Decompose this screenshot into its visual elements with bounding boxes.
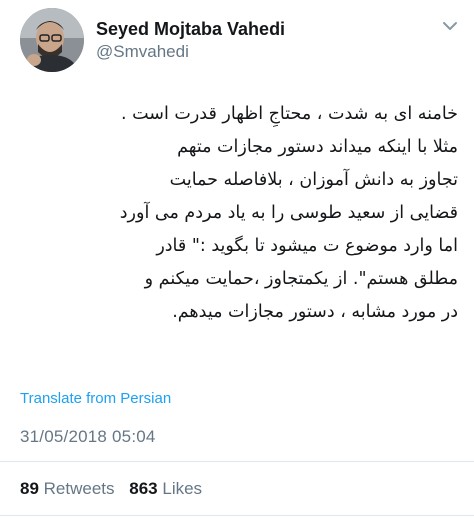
likes-label: Likes xyxy=(162,479,203,498)
avatar[interactable] xyxy=(20,8,84,72)
likes-count: 863 xyxy=(129,479,158,498)
retweets-label: Retweets xyxy=(43,479,115,498)
profile-photo-icon xyxy=(20,8,84,72)
author-names: Seyed Mojtaba Vahedi @Smvahedi xyxy=(96,18,285,63)
translate-link[interactable]: Translate from Persian xyxy=(20,390,171,407)
likes-stat[interactable]: 863 Likes xyxy=(129,479,202,498)
tweet-line: اما وارد موضوع ت میشود تا بگوید :" قادر xyxy=(156,236,458,256)
tweet-stats: 89 Retweets 863 Likes xyxy=(20,479,212,499)
retweets-stat[interactable]: 89 Retweets xyxy=(20,479,115,498)
tweet-line: مثلا با اینکه میداند دستور مجازات متهم xyxy=(177,137,458,157)
display-name[interactable]: Seyed Mojtaba Vahedi xyxy=(96,18,285,40)
tweet-line: مطلق هستم". از یکمتجاوز ،حمایت میکنم و xyxy=(144,269,458,289)
retweets-count: 89 xyxy=(20,479,39,498)
divider xyxy=(0,461,474,462)
tweet-text: خامنه ای به شدت ، محتاجِ اظهار قدرت است … xyxy=(18,98,458,329)
chevron-down-icon[interactable] xyxy=(440,16,460,36)
tweet-line: خامنه ای به شدت ، محتاجِ اظهار قدرت است … xyxy=(120,104,458,124)
tweet-line: در مورد مشابه ، دستور مجازات میدهم. xyxy=(172,302,458,322)
timestamp[interactable]: 31/05/2018 05:04 xyxy=(20,427,156,447)
divider xyxy=(0,515,474,516)
tweet-line: تجاوز به دانش آموزان ، بلافاصله حمایت xyxy=(169,170,458,190)
tweet-header: Seyed Mojtaba Vahedi @Smvahedi xyxy=(20,8,460,74)
handle[interactable]: @Smvahedi xyxy=(96,41,285,63)
tweet-line: قضایی از سعید طوسی را به یاد مردم می آور… xyxy=(119,203,458,223)
